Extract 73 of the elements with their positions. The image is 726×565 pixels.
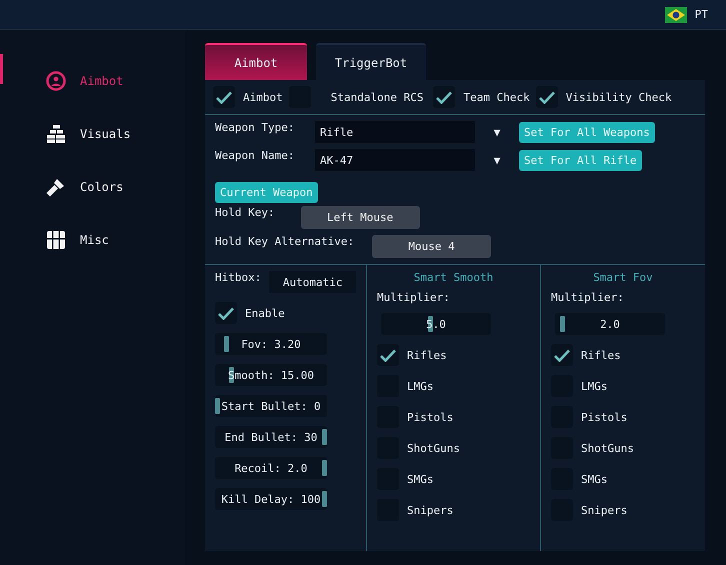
slider[interactable]: Fov: 3.20 <box>215 333 327 355</box>
slider[interactable]: Recoil: 2.0 <box>215 457 327 479</box>
flag-icon <box>664 6 687 22</box>
sidebar-item[interactable]: Aimbot <box>0 54 185 107</box>
slider[interactable]: 2.0 <box>555 313 665 335</box>
sidebar-item[interactable]: Colors <box>0 160 185 213</box>
checkbox-label: Standalone RCS <box>330 90 424 104</box>
slider[interactable]: 5.0 <box>381 313 491 335</box>
multiplier-label: Multiplier: <box>377 291 451 304</box>
multiplier-label: Multiplier: <box>551 291 625 304</box>
slider-value: Smooth: 15.00 <box>228 368 314 382</box>
checkbox-label: LMGs <box>581 380 608 392</box>
checkbox-label: Snipers <box>581 504 628 516</box>
checkbox-label: SMGs <box>407 472 434 486</box>
checkbox-label: Snipers <box>407 504 454 516</box>
field-label: Weapon Name: <box>215 149 296 162</box>
checkbox[interactable] <box>377 344 399 366</box>
dropdown[interactable]: Rifle <box>315 121 475 143</box>
slider[interactable]: Start Bullet: 0 <box>215 395 327 417</box>
checkbox[interactable] <box>551 344 573 366</box>
slider-value: Fov: 3.20 <box>241 338 301 350</box>
bricks-icon <box>46 124 66 142</box>
checkbox-label: ShotGuns <box>581 442 634 454</box>
slider-value: Start Bullet: 0 <box>221 400 321 412</box>
checkbox[interactable] <box>213 86 235 108</box>
key-bind-button[interactable]: Left Mouse <box>300 206 420 229</box>
sidebar-item[interactable]: Misc <box>0 213 185 266</box>
checkbox-label: Enable <box>245 306 285 320</box>
sidebar-item[interactable]: Visuals <box>0 107 185 160</box>
brush-icon <box>46 176 66 196</box>
section-title: Smart Smooth <box>412 271 494 284</box>
slider-value: End Bullet: 30 <box>224 430 318 444</box>
field-label: Hitbox: <box>215 271 262 284</box>
slider-value: Recoil: 2.0 <box>234 462 308 474</box>
language-label: PT <box>694 8 708 21</box>
dropdown-arrow[interactable]: ▼ <box>483 154 511 166</box>
hitbox-dropdown[interactable]: Automatic <box>269 271 356 293</box>
checkbox-label: Pistols <box>407 410 454 424</box>
checkbox-label: Rifles <box>407 348 447 362</box>
slider-value: 5.0 <box>426 318 446 330</box>
checkbox[interactable] <box>433 86 456 108</box>
checkbox-label: Aimbot <box>243 90 283 104</box>
check-icon <box>436 90 452 104</box>
tab[interactable]: Aimbot <box>205 43 307 80</box>
slider-value: 2.0 <box>600 318 620 330</box>
checkbox[interactable] <box>215 302 237 324</box>
slider[interactable]: Kill Delay: 100 <box>215 488 327 510</box>
chest-icon <box>46 230 66 250</box>
check-icon <box>216 90 232 104</box>
field-label: Hold Key Alternative: <box>215 235 354 248</box>
check-icon <box>554 348 570 362</box>
dropdown-arrow[interactable]: ▼ <box>483 126 511 138</box>
section-title: Smart Fov <box>592 271 654 284</box>
checkbox-label: SMGs <box>581 472 608 486</box>
check-icon <box>380 348 396 362</box>
checkbox-label: Visibility Check <box>566 90 672 104</box>
checkbox-label: Pistols <box>581 410 628 424</box>
check-icon <box>538 90 555 104</box>
checkbox-label: LMGs <box>407 380 434 392</box>
check-icon <box>218 306 234 320</box>
tab[interactable]: TriggerBot <box>316 43 426 80</box>
checkbox-label: Team Check <box>463 90 530 104</box>
slider[interactable]: End Bullet: 30 <box>215 426 327 448</box>
slider-value: Kill Delay: 100 <box>221 492 321 506</box>
face-icon <box>46 70 66 90</box>
checkbox-label: Rifles <box>581 348 621 362</box>
checkbox-label: ShotGuns <box>407 442 460 454</box>
field-label: Hold Key: <box>215 206 275 219</box>
checkbox[interactable] <box>536 86 558 108</box>
dropdown[interactable]: AK-47 <box>315 149 475 171</box>
key-bind-button[interactable]: Mouse 4 <box>372 235 492 258</box>
slider[interactable]: Smooth: 15.00 <box>215 364 327 386</box>
field-label: Weapon Type: <box>215 121 296 134</box>
